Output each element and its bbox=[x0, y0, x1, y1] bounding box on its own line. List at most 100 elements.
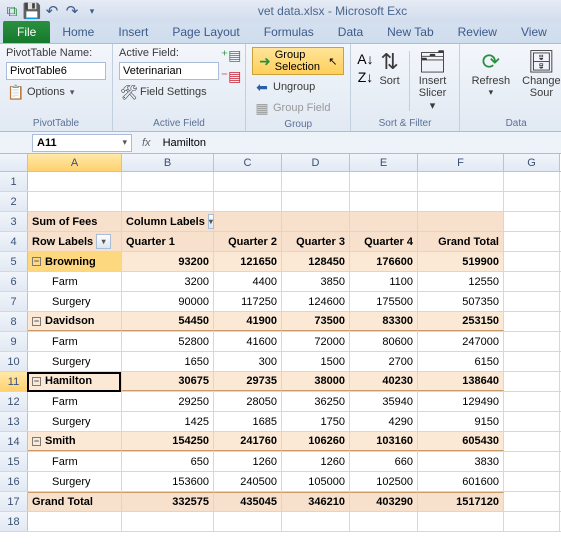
cell[interactable] bbox=[504, 332, 560, 351]
cell[interactable]: Sum of Fees bbox=[28, 212, 122, 231]
cell[interactable]: 83300 bbox=[350, 312, 418, 331]
tab-insert[interactable]: Insert bbox=[106, 21, 160, 43]
collapse-icon[interactable]: − bbox=[32, 377, 41, 386]
row-header[interactable]: 12 bbox=[0, 392, 28, 411]
cell[interactable]: 519900 bbox=[418, 252, 504, 271]
row-header[interactable]: 13 bbox=[0, 412, 28, 431]
fx-icon[interactable]: fx bbox=[142, 137, 151, 149]
active-field-input[interactable] bbox=[119, 62, 219, 80]
cell[interactable] bbox=[214, 172, 282, 191]
cell[interactable]: Farm bbox=[28, 272, 122, 291]
cell[interactable]: 35940 bbox=[350, 392, 418, 411]
row-header[interactable]: 7 bbox=[0, 292, 28, 311]
cell[interactable]: 247000 bbox=[418, 332, 504, 351]
cell[interactable]: 1260 bbox=[282, 452, 350, 471]
tab-page-layout[interactable]: Page Layout bbox=[160, 21, 251, 43]
cell[interactable] bbox=[282, 172, 350, 191]
cell[interactable] bbox=[504, 312, 560, 331]
row-header[interactable]: 3 bbox=[0, 212, 28, 231]
col-header-a[interactable]: A bbox=[28, 154, 122, 171]
expand-field-icon[interactable]: ⁺▤ bbox=[223, 47, 239, 63]
cell[interactable]: Quarter 3 bbox=[282, 232, 350, 251]
row-header[interactable]: 15 bbox=[0, 452, 28, 471]
cell[interactable] bbox=[28, 172, 122, 191]
row-header[interactable]: 10 bbox=[0, 352, 28, 371]
cell[interactable] bbox=[214, 512, 282, 531]
cell[interactable]: 38000 bbox=[282, 372, 350, 391]
row-header[interactable]: 6 bbox=[0, 272, 28, 291]
tab-review[interactable]: Review bbox=[446, 21, 509, 43]
excel-icon[interactable]: ⧉ bbox=[4, 3, 20, 19]
cell[interactable]: Column Labels▾ bbox=[122, 212, 214, 231]
cell[interactable] bbox=[282, 512, 350, 531]
cell[interactable]: 80600 bbox=[350, 332, 418, 351]
cell[interactable]: Grand Total bbox=[418, 232, 504, 251]
cell[interactable]: 28050 bbox=[214, 392, 282, 411]
tab-new-tab[interactable]: New Tab bbox=[375, 21, 445, 43]
cell[interactable]: Grand Total bbox=[28, 492, 122, 511]
row-header[interactable]: 17 bbox=[0, 492, 28, 511]
cell[interactable]: Quarter 1 bbox=[122, 232, 214, 251]
cell[interactable] bbox=[122, 172, 214, 191]
col-header-e[interactable]: E bbox=[350, 154, 418, 171]
cell[interactable] bbox=[122, 192, 214, 211]
cell[interactable] bbox=[282, 212, 350, 231]
cell[interactable]: 128450 bbox=[282, 252, 350, 271]
cell[interactable] bbox=[504, 272, 560, 291]
cell[interactable] bbox=[350, 172, 418, 191]
cell[interactable] bbox=[504, 412, 560, 431]
cell[interactable]: 3850 bbox=[282, 272, 350, 291]
row-header[interactable]: 1 bbox=[0, 172, 28, 191]
cell[interactable]: 332575 bbox=[122, 492, 214, 511]
row-header[interactable]: 5 bbox=[0, 252, 28, 271]
cell[interactable]: −Smith bbox=[28, 432, 122, 451]
row-header[interactable]: 11 bbox=[0, 372, 28, 391]
cell[interactable]: 93200 bbox=[122, 252, 214, 271]
cell[interactable]: Farm bbox=[28, 452, 122, 471]
cell[interactable] bbox=[504, 432, 560, 451]
col-header-b[interactable]: B bbox=[122, 154, 214, 171]
name-box[interactable]: A11 ▾ bbox=[32, 134, 132, 152]
select-all-corner[interactable] bbox=[0, 154, 28, 171]
insert-slicer-button[interactable]: 🗂 InsertSlicer ▾ bbox=[412, 47, 452, 114]
cell[interactable]: Farm bbox=[28, 392, 122, 411]
col-labels-dropdown[interactable]: ▾ bbox=[208, 214, 214, 229]
cell[interactable]: 241760 bbox=[214, 432, 282, 451]
tab-view[interactable]: View bbox=[509, 21, 559, 43]
cell[interactable]: 129490 bbox=[418, 392, 504, 411]
cell[interactable]: 601600 bbox=[418, 472, 504, 491]
cell[interactable]: 507350 bbox=[418, 292, 504, 311]
name-box-dropdown-icon[interactable]: ▾ bbox=[122, 137, 127, 148]
col-header-c[interactable]: C bbox=[214, 154, 282, 171]
cell[interactable]: −Davidson bbox=[28, 312, 122, 331]
redo-icon[interactable]: ↷ bbox=[64, 3, 80, 19]
cell[interactable]: Quarter 2 bbox=[214, 232, 282, 251]
cell[interactable] bbox=[504, 452, 560, 471]
cell[interactable]: 52800 bbox=[122, 332, 214, 351]
cell[interactable]: 1100 bbox=[350, 272, 418, 291]
tab-home[interactable]: Home bbox=[50, 21, 106, 43]
tab-formulas[interactable]: Formulas bbox=[252, 21, 326, 43]
cell[interactable]: 175500 bbox=[350, 292, 418, 311]
cell[interactable] bbox=[418, 212, 504, 231]
cell[interactable]: 2700 bbox=[350, 352, 418, 371]
cell[interactable] bbox=[214, 192, 282, 211]
cell[interactable]: Farm bbox=[28, 332, 122, 351]
cell[interactable]: 54450 bbox=[122, 312, 214, 331]
sort-button[interactable]: ⇅ Sort bbox=[373, 47, 405, 89]
cell[interactable]: −Hamilton bbox=[28, 372, 122, 391]
refresh-button[interactable]: ⟳ Refresh ▾ bbox=[466, 47, 517, 100]
ungroup-button[interactable]: ⬅ Ungroup bbox=[252, 78, 317, 96]
cell[interactable]: Surgery bbox=[28, 472, 122, 491]
cell[interactable] bbox=[350, 212, 418, 231]
cell[interactable]: 117250 bbox=[214, 292, 282, 311]
cell[interactable]: 176600 bbox=[350, 252, 418, 271]
cell[interactable] bbox=[504, 252, 560, 271]
cell[interactable]: 4400 bbox=[214, 272, 282, 291]
row-header[interactable]: 14 bbox=[0, 432, 28, 451]
cell[interactable]: 73500 bbox=[282, 312, 350, 331]
cell[interactable] bbox=[418, 512, 504, 531]
cell[interactable]: 435045 bbox=[214, 492, 282, 511]
collapse-icon[interactable]: − bbox=[32, 257, 41, 266]
cell[interactable] bbox=[214, 212, 282, 231]
